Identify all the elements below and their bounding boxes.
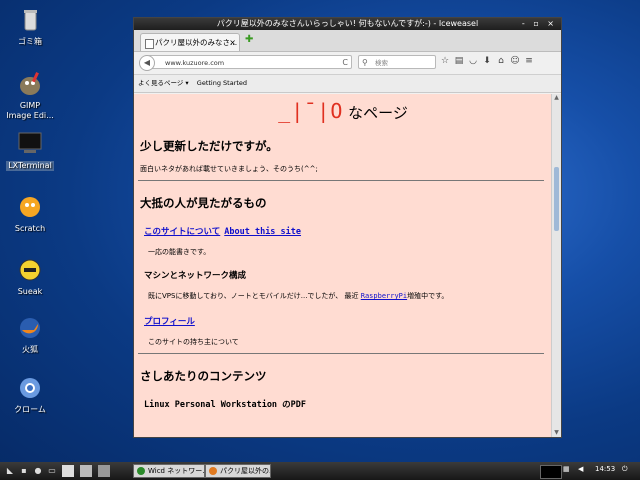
section-heading: 少し更新しただけですが。 — [140, 139, 278, 153]
toolbar-icons: ☆ ▤ ◡ ⬇ ⌂ ☺ ≡ — [438, 56, 536, 66]
browser-launcher-icon[interactable]: ● — [32, 465, 44, 477]
desktop-icon-scratch[interactable]: Scratch — [2, 193, 58, 234]
reading-list-icon[interactable]: ▤ — [452, 56, 466, 66]
desktop-icon-label: 火狐 — [22, 345, 38, 354]
network-tray-icon[interactable]: ▦ — [563, 465, 570, 473]
desktop1-icon[interactable] — [62, 465, 74, 477]
section-heading: さしあたりのコンテンツ — [140, 369, 267, 383]
power-icon[interactable]: ⏻ — [622, 465, 628, 474]
search-icon: ⚲ — [362, 58, 368, 67]
taskbar: ◣ ▪ ● ▭ Wicd ネットワー... パクリ屋以外の... ▦ ◀ 14:… — [0, 462, 640, 480]
section-text: 面白いネタがあれば載せていきましょう、そのうち(^^; — [140, 165, 318, 173]
clock[interactable]: 14:53 — [595, 465, 615, 473]
vertical-scrollbar[interactable]: ▲ ▼ — [551, 94, 561, 437]
desktop-icon-chrome[interactable]: クローム — [2, 374, 58, 415]
cpu-monitor — [540, 465, 562, 479]
browser-window: パクリ屋以外のみなさんいらっしゃい! 何もないんですが:-) - Iceweas… — [133, 17, 562, 438]
desktop-icon-gimp[interactable]: GIMP Image Edi... — [2, 70, 58, 121]
desktop-icon-label: ゴミ箱 — [18, 37, 42, 46]
about-link-row: このサイトについて About this site — [144, 225, 552, 237]
desktop-icon-trash[interactable]: ゴミ箱 — [2, 6, 58, 47]
profile-link[interactable]: プロフィール — [144, 317, 195, 327]
window-controls[interactable]: - ▫ × — [522, 18, 557, 30]
divider — [138, 180, 544, 181]
file-manager-launcher-icon[interactable]: ▭ — [46, 465, 58, 477]
about-link-jp[interactable]: このサイトについて — [144, 227, 220, 237]
back-button[interactable]: ◀ — [139, 55, 155, 71]
scrollbar-thumb[interactable] — [554, 167, 559, 231]
machine-heading: マシンとネットワーク構成 — [144, 271, 247, 281]
reload-button[interactable]: C — [342, 56, 348, 70]
trash-icon — [16, 6, 44, 34]
gimp-icon — [16, 70, 44, 98]
terminal-icon — [16, 130, 44, 158]
tab-bar: パクリ屋以外のみなさ... × ✚ — [134, 30, 561, 52]
page-content: _|¯|O なページ 少し更新しただけですが。 面白いネタがあれば載せていきまし… — [134, 94, 552, 437]
window-title: パクリ屋以外のみなさんいらっしゃい! 何もないんですが:-) - Iceweas… — [216, 19, 479, 28]
bookmarks-toolbar: よく見るページ ▾ Getting Started — [134, 75, 561, 93]
page-favicon-icon — [145, 39, 154, 49]
browser-icon — [209, 467, 217, 475]
home-icon[interactable]: ⌂ — [494, 56, 508, 66]
search-placeholder: 検索 — [375, 59, 388, 67]
desktop-icon-label: GIMP Image Edi... — [6, 101, 54, 120]
divider — [138, 353, 544, 354]
tab-label: パクリ屋以外のみなさ... — [155, 38, 238, 47]
menu-icon[interactable]: ≡ — [522, 56, 536, 66]
bookmark-star-icon[interactable]: ☆ — [438, 56, 452, 66]
volume-tray-icon[interactable]: ◀ — [578, 465, 583, 473]
about-description: 一応の能書きです。 — [148, 248, 211, 256]
scroll-up-arrow-icon[interactable]: ▲ — [552, 94, 561, 102]
search-input[interactable]: ⚲ 検索 — [358, 55, 436, 69]
desktop-icon-label: Scratch — [14, 224, 46, 233]
desktop-icon-label: LXTerminal — [6, 161, 54, 171]
start-menu-icon[interactable]: ◣ — [4, 465, 16, 477]
page-title: _|¯|O なページ — [278, 99, 408, 123]
machine-description: 既にVPSに移動しており、ノートとモバイルだけ...でしたが、 最近 Raspb… — [148, 292, 449, 300]
section-heading: 大抵の人が見たがるもの — [140, 196, 267, 210]
raspberrypi-link[interactable]: RaspberryPi — [361, 292, 407, 300]
desktop-icon-firefox[interactable]: 火狐 — [2, 314, 58, 355]
scratch-cat-icon — [16, 193, 44, 221]
terminal-launcher-icon[interactable]: ▪ — [18, 465, 30, 477]
content-item: Linux Personal Workstation のPDF — [144, 400, 307, 410]
firefox-icon — [16, 314, 44, 342]
tab-close-button[interactable]: × — [229, 34, 236, 51]
download-icon[interactable]: ⬇ — [480, 56, 494, 66]
pocket-icon[interactable]: ◡ — [466, 56, 480, 66]
desktop3-icon[interactable] — [98, 465, 110, 477]
window-titlebar[interactable]: パクリ屋以外のみなさんいらっしゃい! 何もないんですが:-) - Iceweas… — [134, 18, 561, 30]
bookmark-most-visited[interactable]: よく見るページ ▾ — [138, 79, 189, 87]
about-link-en[interactable]: About this site — [224, 227, 301, 237]
task-browser[interactable]: パクリ屋以外の... — [205, 464, 271, 478]
scroll-down-arrow-icon[interactable]: ▼ — [552, 429, 561, 437]
desktop-icon-sueak[interactable]: Sueak — [2, 256, 58, 297]
squeak-icon — [16, 256, 44, 284]
task-wicd[interactable]: Wicd ネットワー... — [133, 464, 205, 478]
chromium-icon — [16, 374, 44, 402]
desktop-icon-label: Sueak — [17, 287, 43, 296]
profile-description: このサイトの持ち主について — [148, 338, 239, 346]
desktop-icon-label: クローム — [14, 405, 46, 414]
desktop-icon-lxterminal[interactable]: LXTerminal — [2, 130, 58, 171]
url-text: www.kuzuore.com — [165, 59, 225, 67]
url-bar[interactable]: www.kuzuore.com C — [148, 55, 352, 69]
tab-active[interactable]: パクリ屋以外のみなさ... × — [140, 33, 240, 51]
chat-icon[interactable]: ☺ — [508, 56, 522, 66]
desktop2-icon[interactable] — [80, 465, 92, 477]
site-logo: _|¯|O — [278, 99, 344, 123]
new-tab-button[interactable]: ✚ — [245, 34, 253, 45]
profile-link-row: プロフィール — [144, 315, 552, 327]
navigation-bar: ◀ www.kuzuore.com C ⚲ 検索 ☆ ▤ ◡ ⬇ ⌂ ☺ ≡ — [134, 52, 561, 75]
wicd-icon — [137, 467, 145, 475]
bookmark-getting-started[interactable]: Getting Started — [197, 79, 247, 87]
